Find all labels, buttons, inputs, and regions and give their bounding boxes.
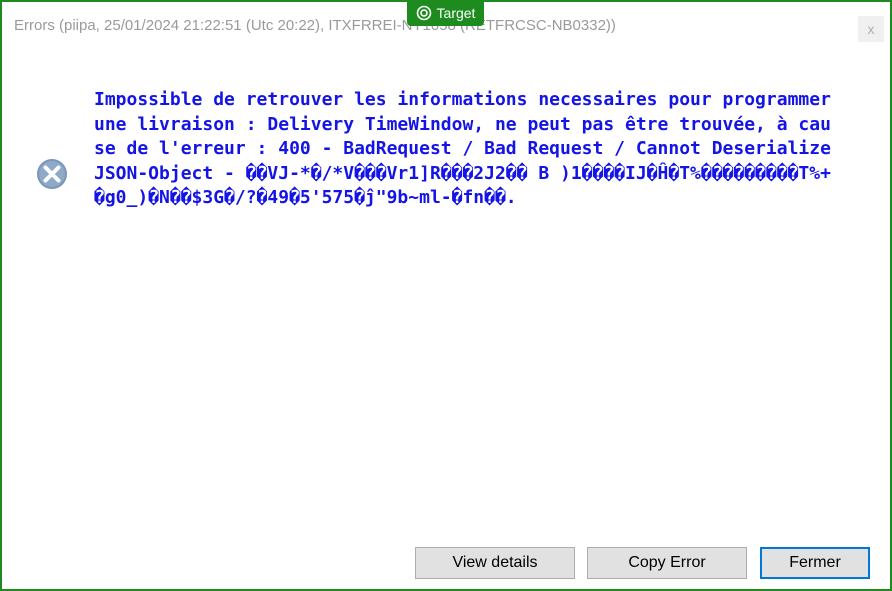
close-icon: x: [867, 21, 875, 37]
close-window-button[interactable]: x: [858, 16, 884, 42]
error-dialog: Errors (piipa, 25/01/2024 21:22:51 (Utc …: [0, 0, 892, 591]
copy-error-button[interactable]: Copy Error: [587, 547, 747, 579]
view-details-button[interactable]: View details: [415, 547, 575, 579]
error-message: Impossible de retrouver les informations…: [94, 89, 842, 208]
fermer-button[interactable]: Fermer: [760, 547, 870, 579]
target-icon: [416, 5, 431, 21]
target-label: Target: [436, 5, 476, 21]
target-badge: Target: [407, 0, 484, 26]
window-title: Errors (piipa, 25/01/2024 21:22:51 (Utc …: [14, 17, 616, 34]
error-x-icon: [37, 159, 67, 189]
